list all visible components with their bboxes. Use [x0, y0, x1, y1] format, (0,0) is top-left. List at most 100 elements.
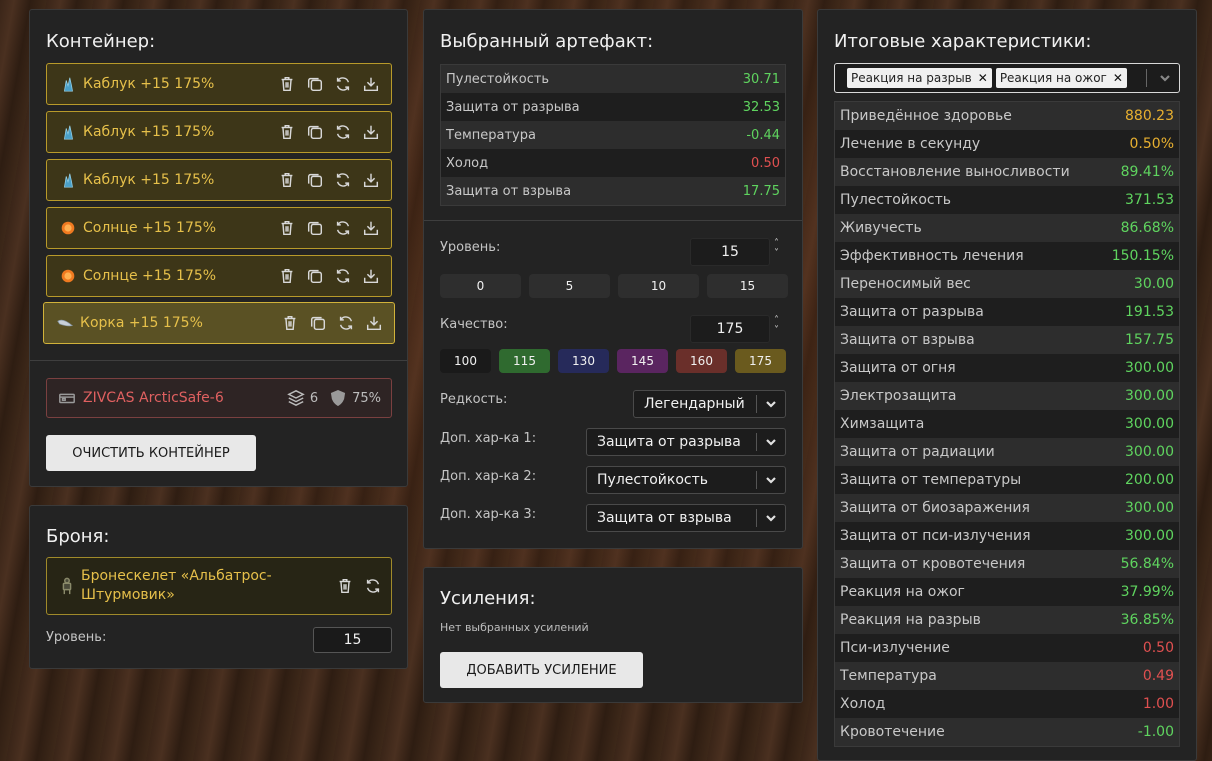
download-icon[interactable]: [361, 218, 381, 238]
chevron-down-icon[interactable]: [1151, 72, 1179, 84]
artifact-stats-table: Пулестойкость 30.71 Защита от разрыва 32.53…: [440, 64, 786, 206]
stat-value: 17.75: [742, 183, 780, 199]
trash-icon[interactable]: [277, 74, 297, 94]
container-item-label: Каблук +15 175%: [83, 124, 215, 140]
level-preset-button[interactable]: 0: [440, 274, 521, 298]
trash-icon[interactable]: [277, 266, 297, 286]
stat-row: Температура -0.44: [441, 121, 785, 149]
level-preset-button[interactable]: 15: [707, 274, 788, 298]
quality-preset-button[interactable]: 160: [676, 349, 727, 373]
copy-icon[interactable]: [305, 170, 325, 190]
quality-preset-button[interactable]: 115: [499, 349, 550, 373]
level-preset-button[interactable]: 5: [529, 274, 610, 298]
spin-down-icon[interactable]: ˅: [774, 249, 779, 259]
blue-crystal-icon: [59, 123, 77, 141]
refresh-icon[interactable]: [336, 313, 356, 333]
rarity-label: Редкость:: [440, 392, 508, 407]
stat-value: 32.53: [742, 99, 780, 115]
trash-icon[interactable]: [277, 218, 297, 238]
quality-preset-button[interactable]: 130: [558, 349, 609, 373]
extra1-select[interactable]: Защита от разрыва: [586, 428, 786, 456]
chevron-down-icon: [757, 512, 785, 524]
refresh-icon[interactable]: [333, 170, 353, 190]
container-box-name: ZIVCAS ArcticSafe-6: [83, 390, 224, 406]
rarity-value: Легендарный: [644, 396, 745, 412]
container-item[interactable]: Корка +15 175%: [43, 302, 395, 344]
stat-row: Лечение в секунду 0.50%: [835, 130, 1179, 158]
container-item[interactable]: Солнце +15 175%: [46, 255, 392, 297]
add-boost-button[interactable]: Добавить усиление: [440, 652, 643, 688]
stat-value: 371.53: [1125, 192, 1174, 208]
stat-row: Защита от пси-излучения 300.00: [835, 522, 1179, 550]
stat-row: Температура 0.49: [835, 662, 1179, 690]
refresh-icon[interactable]: [333, 122, 353, 142]
armor-level-input[interactable]: 15: [313, 627, 392, 653]
quality-preset-button[interactable]: 175: [735, 349, 786, 373]
container-item[interactable]: Солнце +15 175%: [46, 207, 392, 249]
stat-value: 157.75: [1125, 332, 1174, 348]
level-spinner[interactable]: ˄ ˅: [774, 239, 779, 259]
chevron-down-icon: [757, 474, 785, 486]
trash-icon[interactable]: [277, 122, 297, 142]
stat-value: 89.41%: [1120, 164, 1174, 180]
refresh-icon[interactable]: [333, 266, 353, 286]
download-icon[interactable]: [361, 266, 381, 286]
extra2-select[interactable]: Пулестойкость: [586, 466, 786, 494]
stat-name: Температура: [446, 127, 536, 143]
stat-name: Реакция на разрыв: [840, 612, 981, 628]
artifact-panel: Выбранный артефакт: Пулестойкость 30.71 За…: [423, 9, 803, 549]
container-item-label: Корка +15 175%: [80, 315, 203, 331]
download-icon[interactable]: [361, 122, 381, 142]
extra1-label: Доп. хар-ка 1:: [440, 431, 537, 446]
container-box[interactable]: ZIVCAS ArcticSafe-6 6 75%: [46, 378, 392, 418]
copy-icon[interactable]: [305, 218, 325, 238]
refresh-icon[interactable]: [333, 218, 353, 238]
stat-row: Восстановление выносливости 89.41%: [835, 158, 1179, 186]
download-icon[interactable]: [361, 170, 381, 190]
container-item[interactable]: Каблук +15 175%: [46, 111, 392, 153]
copy-icon[interactable]: [305, 122, 325, 142]
stat-row: Защита от разрыва 32.53: [441, 93, 785, 121]
stat-row: Электрозащита 300.00: [835, 382, 1179, 410]
blue-crystal-icon: [59, 75, 77, 93]
trash-icon[interactable]: [280, 313, 300, 333]
download-icon[interactable]: [364, 313, 384, 333]
armor-item[interactable]: Бронескелет «Альбатрос-Штурмовик»: [46, 557, 392, 615]
stat-value: 37.99%: [1120, 584, 1174, 600]
stat-row: Пси-излучение 0.50: [835, 634, 1179, 662]
copy-icon[interactable]: [308, 313, 328, 333]
container-item-label: Каблук +15 175%: [83, 76, 215, 92]
boosts-panel: Усиления: Нет выбранных усилений Добавит…: [423, 567, 803, 703]
stat-name: Приведённое здоровье: [840, 108, 1012, 124]
refresh-icon[interactable]: [363, 576, 383, 596]
quality-preset-button[interactable]: 145: [617, 349, 668, 373]
quality-input[interactable]: 175: [690, 315, 770, 343]
refresh-icon[interactable]: [333, 74, 353, 94]
level-preset-button[interactable]: 10: [618, 274, 699, 298]
container-item[interactable]: Каблук +15 175%: [46, 63, 392, 105]
download-icon[interactable]: [361, 74, 381, 94]
stat-filter-select[interactable]: Реакция на разрыв ✕ Реакция на ожог ✕: [834, 63, 1180, 93]
quality-preset-button[interactable]: 100: [440, 349, 491, 373]
stat-value: 150.15%: [1111, 248, 1174, 264]
level-input[interactable]: 15: [690, 238, 770, 266]
armor-panel: Броня: Бронескелет «Альбатрос-Штурмовик»…: [29, 505, 408, 669]
stat-name: Лечение в секунду: [840, 136, 981, 152]
close-icon[interactable]: ✕: [1113, 71, 1123, 85]
trash-icon[interactable]: [335, 576, 355, 596]
clear-container-button[interactable]: Очистить контейнер: [46, 435, 256, 471]
chevron-down-icon: [757, 436, 785, 448]
quality-spinner[interactable]: ˄ ˅: [774, 316, 779, 336]
stat-value: 30.71: [742, 71, 780, 87]
container-item[interactable]: Каблук +15 175%: [46, 159, 392, 201]
spin-down-icon[interactable]: ˅: [774, 326, 779, 336]
stat-name: Эффективность лечения: [840, 248, 1024, 264]
close-icon[interactable]: ✕: [978, 71, 988, 85]
trash-icon[interactable]: [277, 170, 297, 190]
extra3-select[interactable]: Защита от взрыва: [586, 504, 786, 532]
totals-panel: Итоговые характеристики: Реакция на разр…: [817, 9, 1197, 761]
copy-icon[interactable]: [305, 266, 325, 286]
stat-value: 300.00: [1125, 360, 1174, 376]
rarity-select[interactable]: Легендарный: [633, 390, 786, 418]
copy-icon[interactable]: [305, 74, 325, 94]
